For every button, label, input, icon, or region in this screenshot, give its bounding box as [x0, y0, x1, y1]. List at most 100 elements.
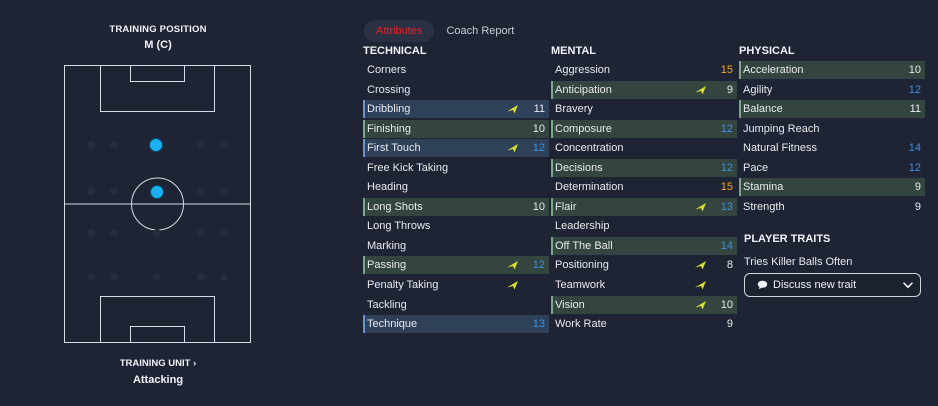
top-goal-box [130, 65, 185, 82]
training-position-title: TRAINING POSITION [109, 24, 207, 35]
bottom-goal-box [130, 326, 185, 343]
attribute-name: Technique [367, 318, 418, 331]
attribute-value: 10 [532, 200, 545, 213]
attribute-row[interactable]: Bravery [551, 100, 737, 118]
attribute-name: Leadership [555, 220, 610, 233]
attribute-name: Long Shots [367, 200, 423, 213]
training-unit-link[interactable]: TRAINING UNIT › [0, 358, 316, 369]
attribute-name: Determination [555, 181, 624, 194]
attribute-row[interactable]: Tackling [363, 296, 549, 314]
attribute-row[interactable]: Passing 12 [363, 256, 549, 275]
attribute-row[interactable]: Anticipation 9 [551, 80, 737, 99]
attribute-name: Long Throws [367, 220, 431, 233]
attribute-name: Bravery [555, 103, 593, 116]
attribute-row[interactable]: Technique 13 [363, 315, 549, 334]
attribute-value: 9 [914, 181, 921, 194]
progress-arrow-icon [503, 142, 521, 154]
attribute-row[interactable]: Pace 12 [739, 159, 925, 177]
attribute-row[interactable]: Vision 10 [551, 295, 737, 314]
attribute-row[interactable]: Penalty Taking [363, 276, 549, 294]
player-position-dot [150, 185, 164, 199]
attribute-value: 15 [720, 64, 733, 76]
attribute-name: Pace [743, 161, 769, 174]
player-position-dot [149, 138, 163, 152]
progress-arrow-icon [691, 279, 709, 291]
progress-arrow-icon [503, 279, 521, 291]
attribute-row[interactable]: Finishing 10 [363, 119, 549, 138]
attribute-value: 11 [533, 103, 545, 116]
attribute-name: Marking [367, 239, 407, 252]
attribute-name: Free Kick Taking [367, 161, 449, 174]
attribute-value: 14 [720, 239, 733, 252]
attribute-name: Heading [367, 181, 408, 194]
attribute-row[interactable]: First Touch 12 [363, 139, 549, 158]
attribute-row[interactable]: Long Throws [363, 217, 549, 235]
attribute-name: Work Rate [555, 318, 607, 331]
attribute-row[interactable]: Flair 13 [551, 197, 737, 216]
technical-column: TECHNICAL Corners Crossing Dribbling 11 Fini… [363, 45, 549, 335]
attribute-row[interactable]: Leadership [551, 217, 737, 235]
attribute-row[interactable]: Decisions 12 [551, 158, 737, 177]
attribute-name: Agility [743, 83, 773, 96]
attribute-name: Aggression [555, 64, 611, 76]
progress-arrow-icon [691, 84, 709, 96]
attribute-row[interactable]: Natural Fitness 14 [739, 139, 925, 157]
attribute-value: 12 [908, 161, 921, 174]
discuss-new-trait-button[interactable]: Discuss new trait [744, 273, 921, 297]
attribute-row[interactable]: Positioning 8 [551, 256, 737, 274]
attribute-name: Off The Ball [555, 239, 613, 252]
tab-attributes[interactable]: Attributes [364, 20, 435, 42]
tab-coach-report[interactable]: Coach Report [434, 20, 526, 42]
attribute-name: Positioning [555, 259, 609, 272]
attribute-row[interactable]: Teamwork [551, 276, 737, 294]
attribute-value: 11 [909, 103, 921, 116]
attribute-row[interactable]: Heading [363, 178, 549, 196]
attribute-row[interactable]: Determination 15 [551, 178, 737, 196]
attribute-name: Passing [367, 259, 407, 272]
attribute-name: Crossing [367, 83, 411, 96]
attribute-row[interactable]: Crossing [363, 81, 549, 99]
attribute-row[interactable]: Marking [363, 237, 549, 255]
attribute-value: 10 [532, 122, 545, 135]
attribute-value: 10 [720, 298, 733, 311]
attribute-value: 13 [720, 200, 733, 213]
attribute-value: 15 [720, 181, 733, 194]
speech-bubble-icon [757, 280, 768, 290]
attribute-value: 14 [908, 142, 921, 155]
attribute-row[interactable]: Off The Ball 14 [551, 236, 737, 255]
attribute-value: 12 [720, 122, 733, 135]
attribute-name: First Touch [367, 142, 421, 155]
attribute-row[interactable]: Corners [363, 61, 549, 79]
pitch-diagram [64, 65, 251, 343]
attribute-row[interactable]: Stamina 9 [739, 178, 925, 197]
attribute-row[interactable]: Free Kick Taking [363, 159, 549, 177]
attribute-row[interactable]: Agility 12 [739, 81, 925, 99]
mental-column: MENTAL Aggression 15 Anticipation 9 Bravery C… [551, 45, 737, 335]
attribute-row[interactable]: Composure 12 [551, 119, 737, 138]
attribute-row[interactable]: Long Shots 10 [363, 197, 549, 216]
attribute-name: Stamina [743, 181, 784, 194]
attribute-row[interactable]: Aggression 15 [551, 61, 737, 79]
attribute-value: 8 [726, 259, 733, 272]
discuss-new-trait-label: Discuss new trait [773, 279, 857, 291]
attribute-row[interactable]: Concentration [551, 139, 737, 157]
physical-column: PHYSICAL Acceleration 10 Agility 12 Balance 1… [739, 45, 925, 217]
top-penalty-box [100, 65, 215, 112]
attribute-row[interactable]: Acceleration 10 [739, 61, 925, 79]
attribute-value: 9 [726, 318, 733, 331]
attribute-row[interactable]: Work Rate 9 [551, 315, 737, 333]
attribute-value: 13 [532, 318, 545, 331]
progress-arrow-icon [691, 299, 709, 311]
attribute-name: Teamwork [555, 279, 606, 292]
progress-arrow-icon [691, 201, 709, 213]
attribute-row[interactable]: Jumping Reach [739, 120, 925, 138]
attribute-row[interactable]: Balance 11 [739, 100, 925, 119]
attribute-value: 9 [726, 83, 733, 96]
attribute-name: Vision [555, 298, 585, 311]
attribute-value: 10 [908, 64, 921, 76]
chevron-down-icon[interactable] [896, 281, 920, 289]
attribute-row[interactable]: Dribbling 11 [363, 100, 549, 119]
attribute-row[interactable]: Strength 9 [739, 198, 925, 216]
trait-item: Tries Killer Balls Often [744, 256, 853, 268]
attribute-name: Composure [555, 122, 612, 135]
